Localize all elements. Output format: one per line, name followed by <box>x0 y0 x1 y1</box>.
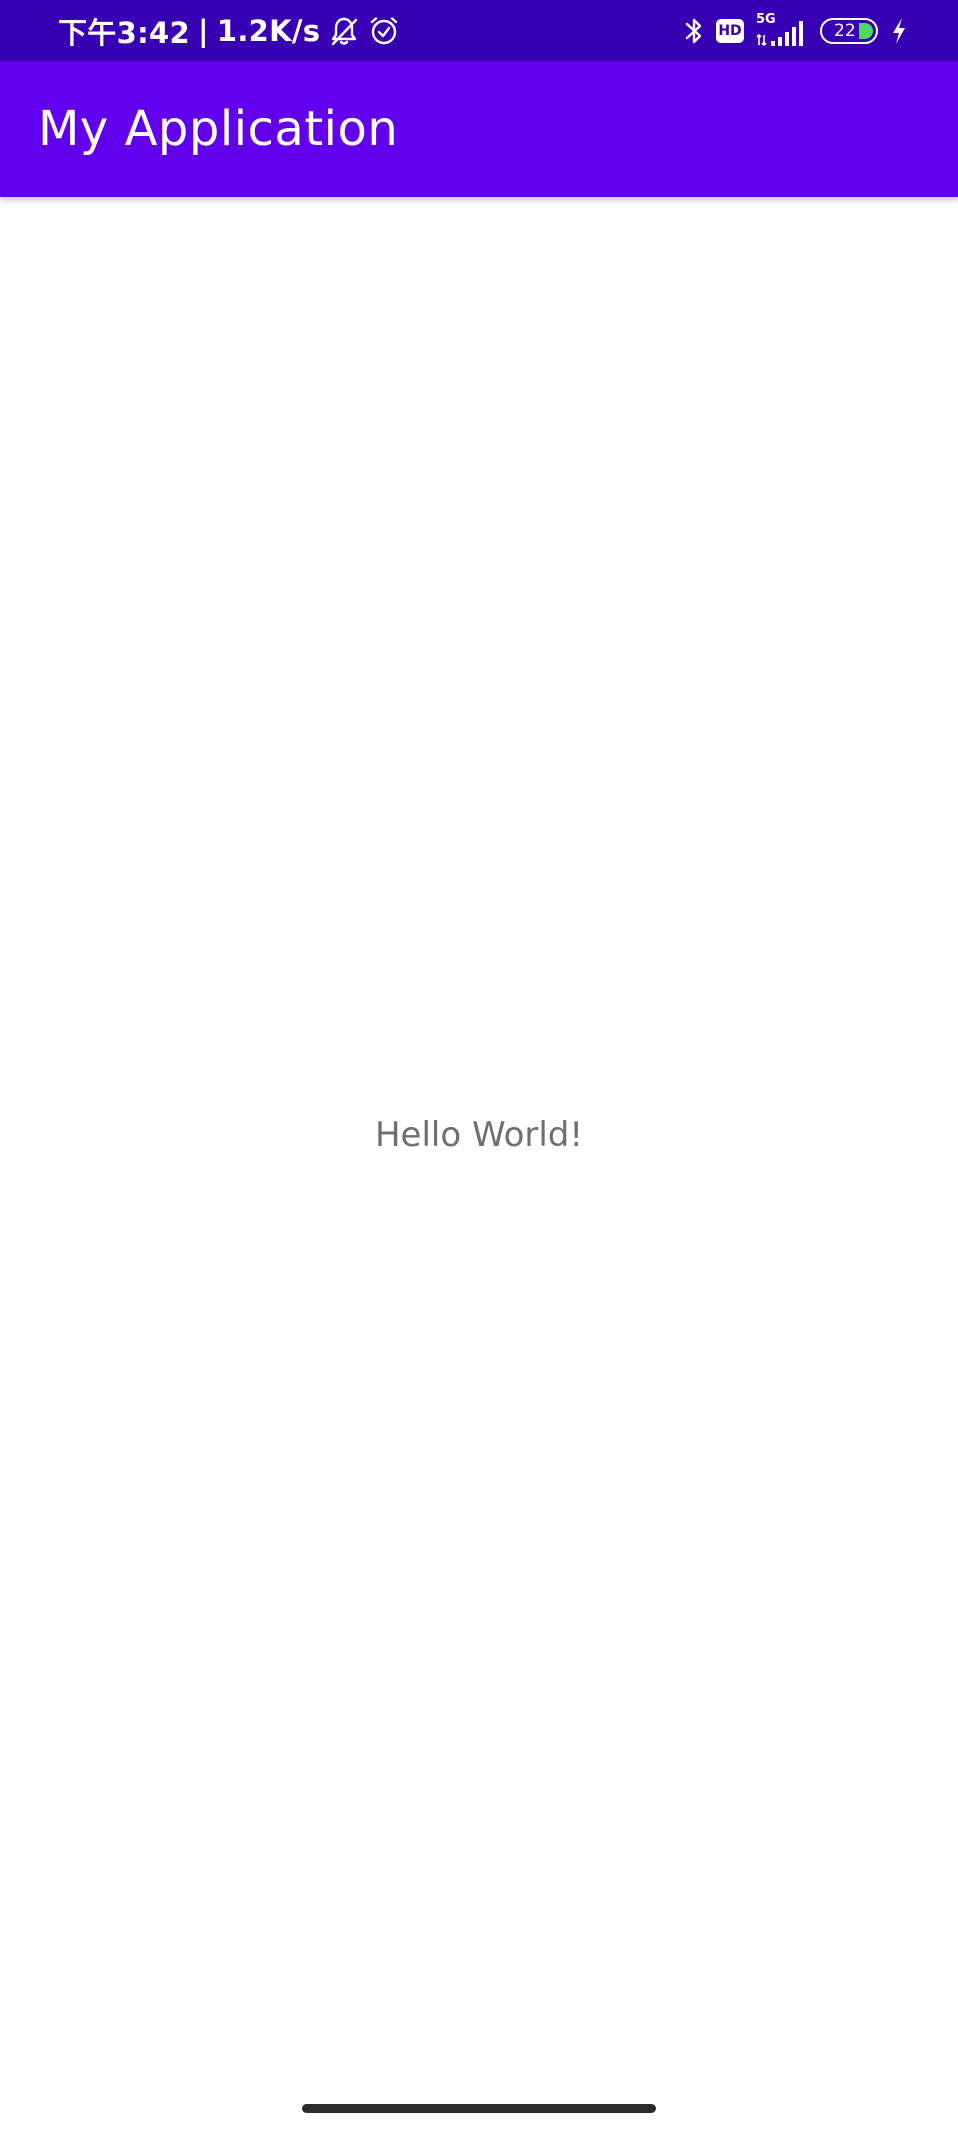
status-bar: 下午3:42 | 1.2K/s HD 5G 22 <box>0 0 958 61</box>
app-bar: My Application <box>0 61 958 197</box>
status-bar-left: 下午3:42 | 1.2K/s <box>58 0 400 61</box>
battery-icon: 22 <box>820 17 878 44</box>
status-time: 下午3:42 <box>58 15 190 50</box>
bell-off-icon <box>328 15 360 47</box>
battery-percentage: 22 <box>834 20 856 41</box>
gesture-handle[interactable] <box>302 2104 656 2113</box>
hello-text: Hello World! <box>374 1115 584 1155</box>
status-bar-right: HD 5G 22 <box>684 0 908 61</box>
screen: 下午3:42 | 1.2K/s HD 5G 22 My Application … <box>0 0 958 2129</box>
main-content: Hello World! <box>0 197 958 2129</box>
signal-5g-icon: 5G <box>756 13 808 49</box>
battery-level-fill <box>859 22 873 39</box>
charging-bolt-icon <box>890 16 908 46</box>
status-separator: | <box>197 13 209 48</box>
app-title: My Application <box>38 101 399 157</box>
bluetooth-icon <box>684 16 704 46</box>
hd-badge: HD <box>716 18 744 43</box>
network-speed: 1.2K/s <box>216 13 321 48</box>
alarm-clock-icon <box>368 15 400 47</box>
